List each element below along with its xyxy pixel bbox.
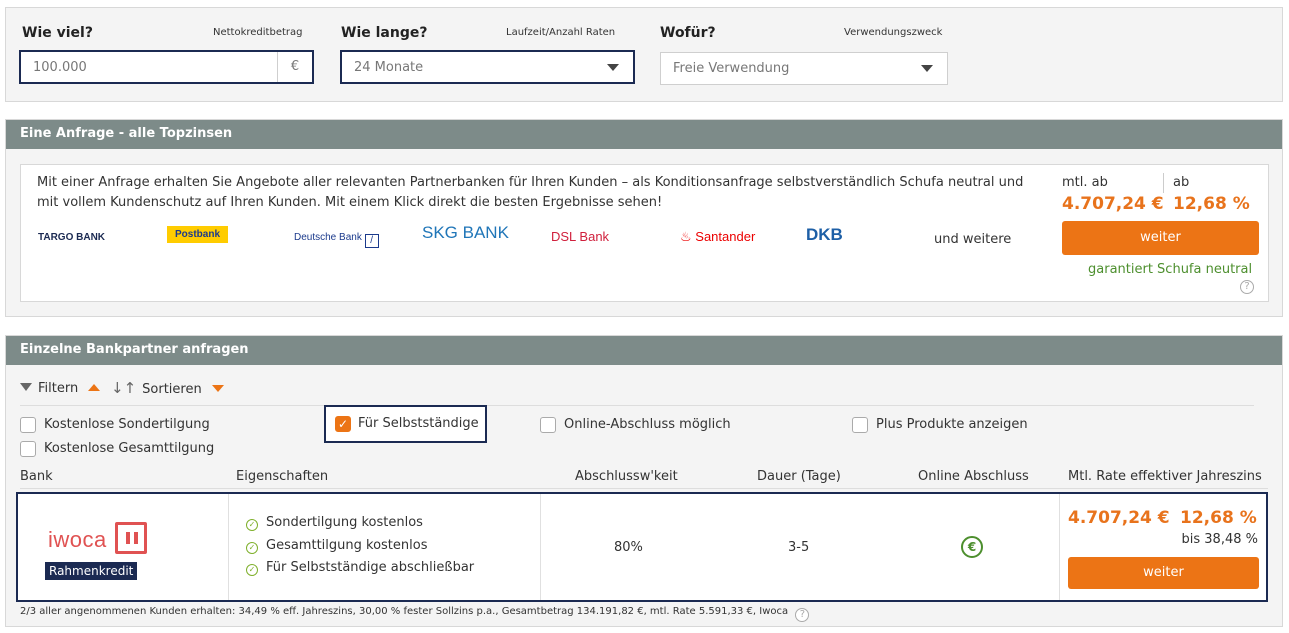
continue-button[interactable]: weiter xyxy=(1062,221,1259,255)
offer-box: Mit einer Anfrage erhalten Sie Angebote … xyxy=(20,164,1269,302)
purpose-value: Freie Verwendung xyxy=(673,61,790,76)
filter-icon xyxy=(20,383,32,391)
footnote: 2/3 aller angenommenen Kunden erhalten: … xyxy=(20,606,810,622)
santander-logo: ♨ Santander xyxy=(680,229,756,244)
column-header-bank[interactable]: Bank xyxy=(20,469,53,484)
checkbox-box[interactable] xyxy=(852,417,868,433)
sort-button[interactable]: ↓↑ Sortieren xyxy=(111,379,224,397)
purpose-label: Wofür? xyxy=(660,25,716,41)
chevron-down-icon xyxy=(921,65,933,72)
column-header-features[interactable]: Eigenschaften xyxy=(236,469,328,484)
checkbox-box[interactable] xyxy=(540,417,556,433)
monthly-rate: 4.707,24 € xyxy=(1062,194,1164,214)
column-header-rate[interactable]: Mtl. Rate effektiver Jahreszins xyxy=(1068,469,1262,484)
offer-description: Mit einer Anfrage erhalten Sie Angebote … xyxy=(37,175,1024,210)
amount-sublabel: Nettokreditbetrag xyxy=(213,27,303,38)
table-row[interactable]: iwoca Rahmenkredit ✓ Sondertilgung kosten… xyxy=(16,492,1268,602)
section-header: Einzelne Bankpartner anfragen xyxy=(6,336,1282,365)
dsl-bank-logo: DSL Bank xyxy=(551,229,610,244)
divider xyxy=(228,494,229,600)
help-icon[interactable]: ? xyxy=(1240,280,1254,294)
monthly-from-label: mtl. ab xyxy=(1062,175,1108,190)
amount-value: 100.000 xyxy=(33,60,87,75)
chevron-down-icon xyxy=(607,64,619,71)
check-circle-icon: ✓ xyxy=(246,519,258,531)
single-request-section: Eine Anfrage - alle Topzinsen Mit einer … xyxy=(5,119,1283,317)
checkbox-box[interactable] xyxy=(20,417,36,433)
checkmark-icon[interactable]: ✓ xyxy=(335,416,351,432)
divider xyxy=(20,405,1254,406)
amount-label: Wie viel? xyxy=(22,25,93,41)
divider xyxy=(20,488,1268,489)
checkbox-self-employed[interactable]: ✓ Für Selbstständige xyxy=(324,405,487,443)
targobank-logo: TARGO BANK xyxy=(38,232,106,243)
duration-value: 24 Monate xyxy=(354,60,424,75)
purpose-select[interactable]: Freie Verwendung xyxy=(660,52,948,85)
continue-button[interactable]: weiter xyxy=(1068,557,1259,589)
section-header: Eine Anfrage - alle Topzinsen xyxy=(6,120,1282,149)
caret-down-icon xyxy=(211,385,224,392)
amount-input[interactable]: 100.000 € xyxy=(19,50,314,84)
help-icon[interactable]: ? xyxy=(795,608,810,622)
schufa-neutral-label: garantiert Schufa neutral xyxy=(1088,262,1253,277)
divider xyxy=(540,494,541,600)
filter-label: Filtern xyxy=(38,381,79,396)
postbank-logo: Postbank xyxy=(167,226,229,243)
checkbox-label: Plus Produkte anzeigen xyxy=(876,417,1028,432)
interest-rate: 12,68 % xyxy=(1180,508,1257,528)
duration-sublabel: Laufzeit/Anzahl Raten xyxy=(506,27,616,38)
bank-partners-section: Einzelne Bankpartner anfragen Filtern ↓↑… xyxy=(5,335,1283,627)
feature-item: ✓ Für Selbstständige abschließbar xyxy=(246,560,474,576)
deutsche-bank-logo: Deutsche Bank / xyxy=(294,232,379,248)
check-circle-icon: ✓ xyxy=(246,564,258,576)
sort-label: Sortieren xyxy=(142,382,202,397)
duration-select[interactable]: 24 Monate xyxy=(340,50,635,84)
monthly-rate: 4.707,24 € xyxy=(1068,508,1170,528)
column-header-online[interactable]: Online Abschluss xyxy=(918,469,1029,484)
duration-value: 3-5 xyxy=(788,540,810,555)
column-header-probability[interactable]: Abschlussw'keit xyxy=(575,469,678,484)
checkbox-box[interactable] xyxy=(20,441,36,457)
checkbox-label: Online-Abschluss möglich xyxy=(564,417,731,432)
feature-item: ✓ Sondertilgung kostenlos xyxy=(246,515,423,531)
check-circle-icon: ✓ xyxy=(246,542,258,554)
column-header-duration[interactable]: Dauer (Tage) xyxy=(757,469,841,484)
feature-item: ✓ Gesamttilgung kostenlos xyxy=(246,538,427,554)
from-label: ab xyxy=(1173,175,1190,190)
loan-parameters-panel: Wie viel? Nettokreditbetrag 100.000 € Wi… xyxy=(5,7,1283,102)
checkbox-label: Kostenlose Sondertilgung xyxy=(44,417,210,432)
and-more-label: und weitere xyxy=(934,232,1012,247)
product-badge: Rahmenkredit xyxy=(45,562,138,580)
duration-label: Wie lange? xyxy=(341,25,428,41)
divider xyxy=(1163,173,1164,193)
purpose-sublabel: Verwendungszweck xyxy=(844,27,943,38)
interest-max: bis 38,48 % xyxy=(1181,532,1258,547)
euro-unit: € xyxy=(277,52,312,82)
online-euro-icon: € xyxy=(961,536,983,558)
checkbox-label: Für Selbstständige xyxy=(358,416,479,431)
caret-up-icon xyxy=(88,384,101,391)
dkb-logo: DKB xyxy=(806,225,843,244)
skg-bank-logo: SKG BANK xyxy=(422,223,509,242)
divider xyxy=(1059,494,1060,600)
interest-rate: 12,68 % xyxy=(1173,194,1250,214)
probability-value: 80% xyxy=(614,540,643,555)
checkbox-label: Kostenlose Gesamttilgung xyxy=(44,441,215,456)
filter-button[interactable]: Filtern xyxy=(20,381,101,396)
sort-icon: ↓↑ xyxy=(111,379,137,397)
iwoca-logo: iwoca xyxy=(48,522,148,554)
